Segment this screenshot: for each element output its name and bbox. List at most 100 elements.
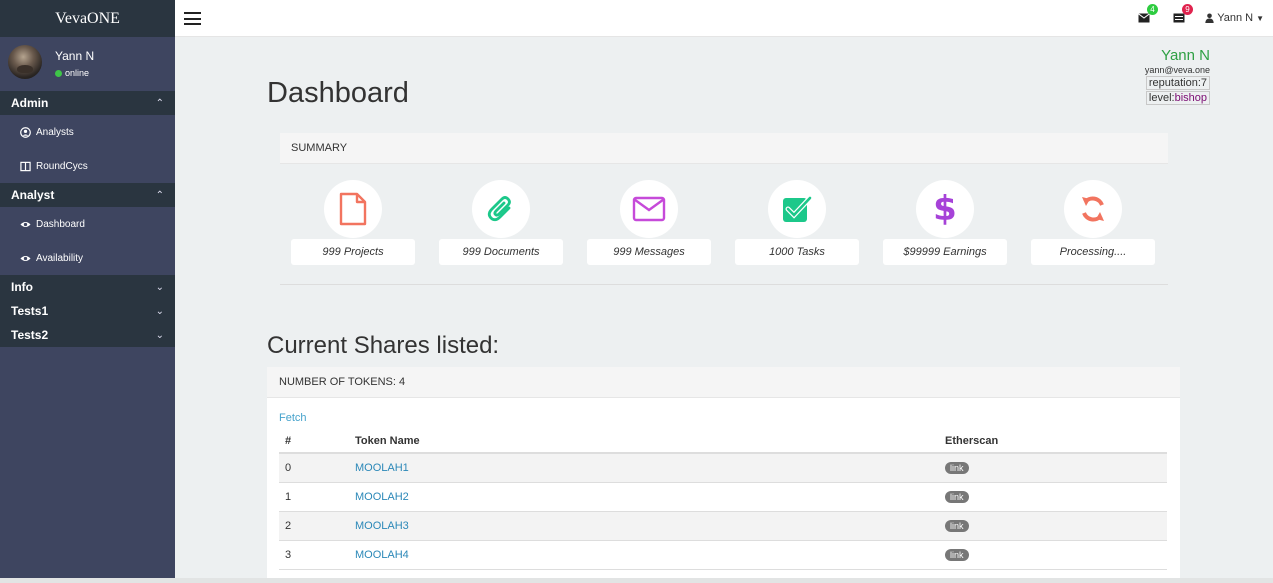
token-name-link[interactable]: MOOLAH3: [355, 520, 409, 532]
tile-label: 999 Documents: [439, 239, 563, 265]
tasks-button[interactable]: 9: [1173, 4, 1193, 26]
menu-section-label: Tests1: [11, 304, 49, 318]
tile-label: Processing....: [1031, 239, 1155, 265]
menu-section-info[interactable]: Info ⌄: [0, 275, 175, 299]
tile-label: 1000 Tasks: [735, 239, 859, 265]
column-header-index: #: [279, 429, 349, 454]
summary-tile-messages[interactable]: 999 Messages: [587, 180, 711, 265]
row-index: 1: [279, 482, 349, 512]
etherscan-link-badge[interactable]: link: [945, 461, 969, 474]
check-square-icon: [768, 180, 826, 238]
menu-section-label: Admin: [11, 96, 49, 110]
token-name-link[interactable]: MOOLAH4: [355, 549, 409, 561]
tile-label: 999 Projects: [291, 239, 415, 265]
envelope-icon: [1138, 13, 1150, 23]
chevron-up-icon: ⌃: [155, 189, 164, 201]
level-label: level:: [1148, 92, 1175, 104]
reputation-value: 7: [1200, 77, 1207, 89]
shares-panel: NUMBER OF TOKENS: 4 Fetch # Token Name E…: [267, 367, 1180, 578]
tasks-count-badge: 9: [1182, 4, 1193, 15]
sidebar-item-label: Dashboard: [36, 218, 85, 230]
column-header-etherscan: Etherscan: [939, 429, 1167, 454]
brand-logo[interactable]: VevaONE: [0, 0, 175, 37]
caret-down-icon: ▼: [1256, 13, 1264, 23]
refresh-icon: [1064, 180, 1122, 238]
row-index: 3: [279, 540, 349, 570]
profile-reputation: reputation:7: [1145, 76, 1210, 90]
chevron-down-icon: ⌄: [155, 281, 164, 293]
row-index: 2: [279, 511, 349, 541]
summary-tile-processing[interactable]: Processing....: [1031, 180, 1155, 265]
summary-tile-earnings[interactable]: $ $99999 Earnings: [883, 180, 1007, 265]
summary-tile-documents[interactable]: 999 Documents: [439, 180, 563, 265]
tokens-table: # Token Name Etherscan 0 MOOLAH1 link 1 …: [279, 429, 1167, 570]
tile-label: 999 Messages: [587, 239, 711, 265]
token-name-link[interactable]: MOOLAH2: [355, 491, 409, 503]
online-dot-icon: [55, 69, 62, 77]
user-menu-label: Yann N: [1217, 12, 1254, 24]
token-name-link[interactable]: MOOLAH1: [355, 462, 409, 474]
menu-section-tests1[interactable]: Tests1 ⌄: [0, 299, 175, 323]
messages-count-badge: 4: [1147, 4, 1158, 15]
menu-section-label: Analyst: [11, 188, 55, 202]
table-row: 1 MOOLAH2 link: [279, 482, 1167, 512]
eye-icon: [20, 219, 31, 230]
user-menu-dropdown[interactable]: Yann N ▼: [1205, 12, 1264, 24]
user-icon: [1205, 13, 1214, 23]
table-row: 2 MOOLAH3 link: [279, 511, 1167, 541]
paperclip-icon: [472, 180, 530, 238]
user-panel: Yann N online: [0, 37, 175, 91]
messages-button[interactable]: 4: [1138, 4, 1158, 26]
sidebar: VevaONE Yann N online Admin ⌃ Analysts R…: [0, 0, 175, 578]
column-header-token-name: Token Name: [349, 429, 939, 454]
sidebar-item-roundcycs[interactable]: RoundCycs: [0, 149, 175, 183]
fetch-link[interactable]: Fetch: [279, 412, 307, 424]
avatar: [8, 45, 42, 79]
etherscan-link-badge[interactable]: link: [945, 519, 969, 532]
sidebar-item-availability[interactable]: Availability: [0, 241, 175, 275]
sidebar-item-label: Availability: [36, 252, 84, 264]
list-icon: [1173, 13, 1185, 23]
profile-name: Yann N: [1161, 47, 1210, 64]
sidebar-user-name: Yann N: [55, 49, 95, 63]
envelope-icon: [620, 180, 678, 238]
sidebar-item-analysts[interactable]: Analysts: [0, 115, 175, 149]
chevron-down-icon: ⌄: [155, 329, 164, 341]
menu-section-label: Tests2: [11, 328, 49, 342]
columns-icon: [20, 161, 31, 172]
table-row: 0 MOOLAH1 link: [279, 453, 1167, 483]
shares-title: Current Shares listed:: [267, 332, 500, 359]
menu-section-tests2[interactable]: Tests2 ⌄: [0, 323, 175, 347]
etherscan-link-badge[interactable]: link: [945, 548, 969, 561]
sidebar-item-label: Analysts: [36, 126, 74, 138]
row-index: 0: [279, 453, 349, 483]
profile-card: Yann N yann@veva.one reputation:7 level:…: [1145, 47, 1210, 105]
chevron-up-icon: ⌃: [155, 97, 164, 109]
footer-strip: [0, 578, 1273, 583]
sidebar-item-label: RoundCycs: [36, 160, 88, 172]
user-status: online: [55, 68, 89, 78]
hamburger-menu-icon[interactable]: [184, 12, 201, 25]
etherscan-link-badge[interactable]: link: [945, 490, 969, 503]
shares-header: NUMBER OF TOKENS: 4: [267, 367, 1180, 398]
table-row: 3 MOOLAH4 link: [279, 540, 1167, 570]
level-value: bishop: [1174, 92, 1207, 104]
summary-tile-projects[interactable]: 999 Projects: [291, 180, 415, 265]
user-circle-icon: [20, 126, 31, 138]
summary-tile-tasks[interactable]: 1000 Tasks: [735, 180, 859, 265]
topbar: 4 9 Yann N ▼: [175, 0, 1273, 37]
chevron-down-icon: ⌄: [155, 305, 164, 317]
menu-section-admin[interactable]: Admin ⌃: [0, 91, 175, 115]
profile-level: level:bishop: [1145, 91, 1210, 105]
user-status-text: online: [65, 68, 90, 78]
sidebar-item-dashboard[interactable]: Dashboard: [0, 207, 175, 241]
summary-header: SUMMARY: [280, 133, 1168, 164]
profile-email: yann@veva.one: [1144, 65, 1210, 75]
tile-label: $99999 Earnings: [883, 239, 1007, 265]
menu-section-analyst[interactable]: Analyst ⌃: [0, 183, 175, 207]
dollar-icon: $: [916, 180, 974, 238]
file-icon: [324, 180, 382, 238]
menu-section-label: Info: [11, 280, 33, 294]
page-title: Dashboard: [267, 77, 409, 109]
reputation-label: reputation:: [1148, 77, 1201, 89]
